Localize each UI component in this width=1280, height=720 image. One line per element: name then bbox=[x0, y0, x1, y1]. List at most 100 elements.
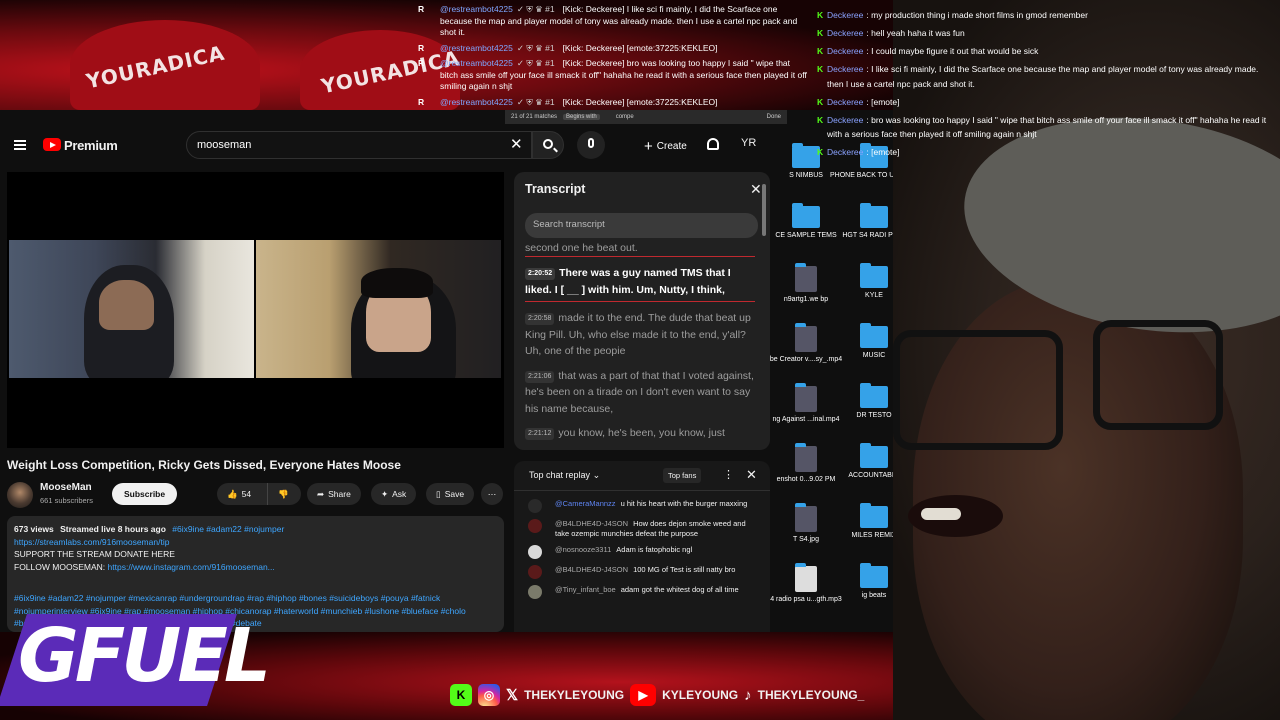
chat-message-body: @nosnooze3311 Adam is fatophobic ngl bbox=[555, 545, 692, 559]
folder-icon bbox=[792, 203, 820, 228]
chat-message-list: @CameraMannzz u hit his heart with the bu… bbox=[528, 499, 760, 605]
transcript-segment[interactable]: 2:21:06 that was a part of that that I vo… bbox=[525, 368, 755, 418]
chat-username[interactable]: @B4LDHE4D-J4SON bbox=[555, 519, 628, 528]
voice-search-button[interactable] bbox=[577, 131, 605, 159]
audio-icon bbox=[795, 563, 817, 592]
transcript-list: second one he beat out. 2:20:52 There was… bbox=[525, 242, 755, 450]
notifications-bell-icon[interactable] bbox=[707, 138, 719, 150]
timestamp[interactable]: 2:20:52 bbox=[525, 268, 556, 280]
kick-username: Deckeree bbox=[827, 96, 864, 107]
kick-icon: K bbox=[817, 114, 824, 125]
kick-chat-message: K Deckeree: [emote] bbox=[817, 145, 1277, 160]
chat-message: @nosnooze3311 Adam is fatophobic ngl bbox=[528, 545, 760, 559]
video-icon bbox=[795, 383, 817, 412]
segment-text: made it to the end. The dude that beat u… bbox=[525, 312, 751, 357]
chat-username[interactable]: @B4LDHE4D-J4SON bbox=[555, 565, 628, 574]
transcript-search-input[interactable]: Search transcript bbox=[525, 213, 758, 238]
like-button[interactable]: 👍 54 bbox=[217, 483, 267, 505]
donate-line: SUPPORT THE STREAM DONATE HERE bbox=[14, 549, 175, 559]
avatar[interactable] bbox=[528, 545, 542, 559]
find-mode[interactable]: Begins with bbox=[563, 114, 600, 120]
instagram-link[interactable]: https://www.instagram.com/916mooseman... bbox=[108, 562, 275, 572]
channel-avatar[interactable] bbox=[7, 482, 33, 508]
find-in-page-bar[interactable]: 21 of 21 matches Begins with compe Done bbox=[505, 110, 787, 124]
clear-search-icon[interactable]: ✕ bbox=[510, 135, 523, 153]
ask-button[interactable]: ✦ Ask bbox=[371, 483, 417, 505]
save-button[interactable]: ▯ Save bbox=[426, 483, 475, 505]
chat-message: @CameraMannzz u hit his heart with the bu… bbox=[528, 499, 760, 513]
menu-icon[interactable] bbox=[14, 140, 26, 150]
kick-chat-text: hell yeah haha it was fun bbox=[871, 28, 965, 38]
avatar[interactable] bbox=[528, 499, 542, 513]
segment-text: you know, he's been, you know, just bbox=[558, 427, 725, 439]
channel-name[interactable]: MooseMan bbox=[40, 482, 92, 493]
share-button[interactable]: ➦ Share bbox=[307, 483, 361, 505]
top-fans-badge[interactable]: Top fans bbox=[663, 468, 702, 483]
timestamp[interactable]: 2:20:58 bbox=[525, 313, 555, 325]
instagram-icon: ◎ bbox=[478, 684, 500, 706]
x-handle: THEKYLEYOUNG bbox=[524, 688, 625, 702]
restream-icon: R bbox=[418, 58, 425, 68]
search-input[interactable]: mooseman bbox=[186, 131, 532, 159]
dislike-button[interactable]: 👎 bbox=[267, 483, 301, 505]
chat-header: Top chat replay ⌄ Top fans ⋮ ✕ bbox=[514, 461, 770, 491]
chat-username[interactable]: @CameraMannzz bbox=[555, 499, 616, 508]
folder-icon bbox=[860, 323, 888, 348]
kick-chat-body: Deckeree: hell yeah haha it was fun bbox=[827, 28, 965, 38]
find-query[interactable]: compe bbox=[616, 114, 634, 120]
chat-mode-dropdown[interactable]: Top chat replay ⌄ bbox=[529, 470, 600, 481]
top-chat-message: R @restreambot4225 ✓ ⛨ ♛ #1 [Kick: Deckeree… bbox=[418, 4, 808, 39]
create-button[interactable]: + Create bbox=[640, 132, 691, 161]
video-player[interactable] bbox=[7, 172, 504, 448]
social-bar: K ◎ 𝕏 THEKYLEYOUNG ▶ KYLEYOUNG ♪ THEKYLE… bbox=[450, 681, 864, 709]
like-count: 54 bbox=[241, 489, 252, 499]
avatar[interactable] bbox=[528, 565, 542, 579]
chat-username[interactable]: @Tiny_infant_boe bbox=[555, 585, 616, 594]
top-chat-message: R @restreambot4225 ✓ ⛨ ♛ #1 [Kick: Deckeree… bbox=[418, 97, 808, 109]
share-label: Share bbox=[328, 489, 351, 499]
gfuel-logo: GFUEL bbox=[0, 606, 271, 706]
transcript-segment-partial[interactable]: second one he beat out. bbox=[525, 242, 755, 257]
kick-icon: K bbox=[817, 46, 824, 56]
follow-prefix: FOLLOW MOOSEMAN: bbox=[14, 561, 106, 572]
bookmark-icon: ▯ bbox=[436, 489, 441, 499]
transcript-segment[interactable]: 2:20:58 made it to the end. The dude that… bbox=[525, 310, 755, 360]
timestamp[interactable]: 2:21:12 bbox=[525, 428, 555, 440]
avatar[interactable] bbox=[528, 519, 542, 533]
kick-username: Deckeree bbox=[827, 64, 864, 74]
restream-icon: R bbox=[418, 96, 425, 107]
restream-icon: R bbox=[418, 4, 425, 14]
kick-chat-body: Deckeree: I could maybe figure it out th… bbox=[827, 46, 1039, 56]
chat-username: @restreambot4225 bbox=[440, 42, 513, 53]
find-done-button[interactable]: Done bbox=[767, 114, 781, 120]
close-icon[interactable]: ✕ bbox=[750, 181, 762, 198]
donate-link[interactable]: https://streamlabs.com/916mooseman/tip bbox=[14, 536, 497, 549]
search-button[interactable] bbox=[532, 131, 564, 159]
transcript-segment[interactable]: 2:20:52 There was a guy named TMS that I … bbox=[525, 265, 755, 302]
view-count: 673 views bbox=[14, 524, 54, 534]
top-chat-message: R @restreambot4225 ✓ ⛨ ♛ #1 [Kick: Deckeree… bbox=[418, 43, 808, 55]
transcript-segment[interactable]: 2:21:12 you know, he's been, you know, ju… bbox=[525, 425, 755, 442]
kick-username: Deckeree bbox=[827, 46, 864, 56]
subscribe-button[interactable]: Subscribe bbox=[112, 483, 178, 505]
save-label: Save bbox=[444, 489, 465, 499]
top-hashtags[interactable]: #6ix9ine #adam22 #nojumper bbox=[172, 524, 284, 534]
more-vert-icon[interactable]: ⋮ bbox=[723, 468, 734, 481]
more-actions-button[interactable]: ⋯ bbox=[481, 483, 503, 505]
desktop-item-label: T S4.jpg bbox=[793, 536, 819, 543]
timestamp[interactable]: 2:21:06 bbox=[525, 370, 555, 383]
avatar[interactable] bbox=[528, 585, 542, 599]
kick-icon: K bbox=[817, 147, 824, 157]
brand-label[interactable]: Premium bbox=[64, 138, 118, 153]
search-icon bbox=[543, 139, 553, 149]
folder-icon bbox=[860, 383, 888, 408]
mic-icon bbox=[588, 138, 594, 148]
kick-chat-body: Deckeree: I like sci fi mainly, I did th… bbox=[827, 64, 1259, 89]
kick-username: Deckeree bbox=[827, 28, 864, 38]
chat-username: @restreambot4225 bbox=[440, 96, 513, 107]
chat-username[interactable]: @nosnooze3311 bbox=[555, 545, 611, 554]
youtube-logo-icon[interactable] bbox=[43, 138, 61, 151]
chat-username: @restreambot4225 bbox=[440, 4, 513, 14]
kick-chat-body: Deckeree: bro was looking too happy I sa… bbox=[827, 114, 1267, 140]
desktop-item-label: KYLE bbox=[865, 292, 883, 299]
